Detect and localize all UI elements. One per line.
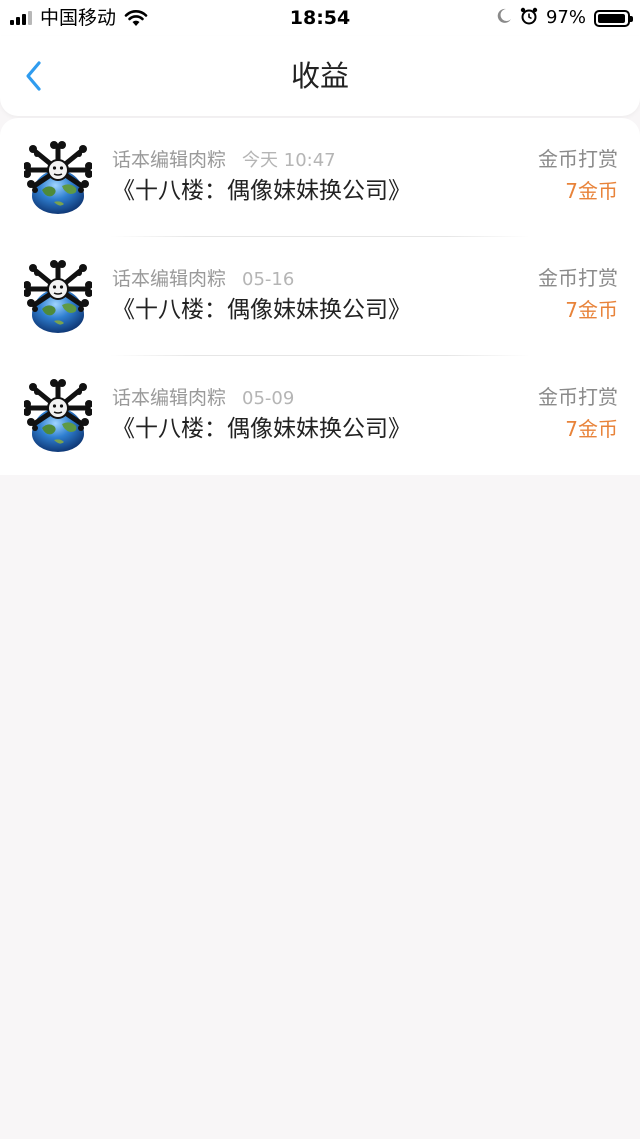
avatar <box>24 378 92 452</box>
reward-amount: 7金币 <box>565 179 618 203</box>
navigation-bar: 收益 <box>0 36 640 116</box>
earnings-list: 话本编辑肉粽 今天 10:47 《十八楼：偶像妹妹换公司》 金币打赏 7金币 话本… <box>0 118 640 475</box>
book-title: 《十八楼：偶像妹妹换公司》 <box>112 178 411 204</box>
book-title: 《十八楼：偶像妹妹换公司》 <box>112 297 411 323</box>
battery-icon <box>594 9 633 27</box>
battery-percent: 97% <box>545 7 586 28</box>
status-bar-right: 97% <box>496 6 633 30</box>
list-item[interactable]: 话本编辑肉粽 05-16 《十八楼：偶像妹妹换公司》 金币打赏 7金币 <box>0 237 640 356</box>
avatar <box>24 259 92 333</box>
author-name: 话本编辑肉粽 <box>112 268 227 290</box>
item-date: 05-09 <box>242 388 295 409</box>
item-meta: 话本编辑肉粽 今天 10:47 <box>112 148 336 173</box>
item-date: 05-16 <box>242 269 295 290</box>
item-meta: 话本编辑肉粽 05-16 <box>112 267 294 292</box>
book-title: 《十八楼：偶像妹妹换公司》 <box>112 416 411 442</box>
avatar <box>24 140 92 214</box>
moon-icon <box>496 8 512 28</box>
item-meta: 话本编辑肉粽 05-09 <box>112 386 294 411</box>
author-name: 话本编辑肉粽 <box>112 387 227 409</box>
reward-type: 金币打赏 <box>538 385 618 409</box>
list-item[interactable]: 话本编辑肉粽 05-09 《十八楼：偶像妹妹换公司》 金币打赏 7金币 <box>0 356 640 475</box>
alarm-icon <box>520 7 538 29</box>
item-date: 今天 10:47 <box>242 150 336 171</box>
reward-amount: 7金币 <box>565 298 618 322</box>
reward-type: 金币打赏 <box>538 147 618 171</box>
status-bar: 中国移动 18:54 97% <box>0 0 640 36</box>
reward-amount: 7金币 <box>565 417 618 441</box>
reward-type: 金币打赏 <box>538 266 618 290</box>
list-item[interactable]: 话本编辑肉粽 今天 10:47 《十八楼：偶像妹妹换公司》 金币打赏 7金币 <box>0 118 640 237</box>
page-title: 收益 <box>290 59 349 93</box>
author-name: 话本编辑肉粽 <box>112 149 227 171</box>
